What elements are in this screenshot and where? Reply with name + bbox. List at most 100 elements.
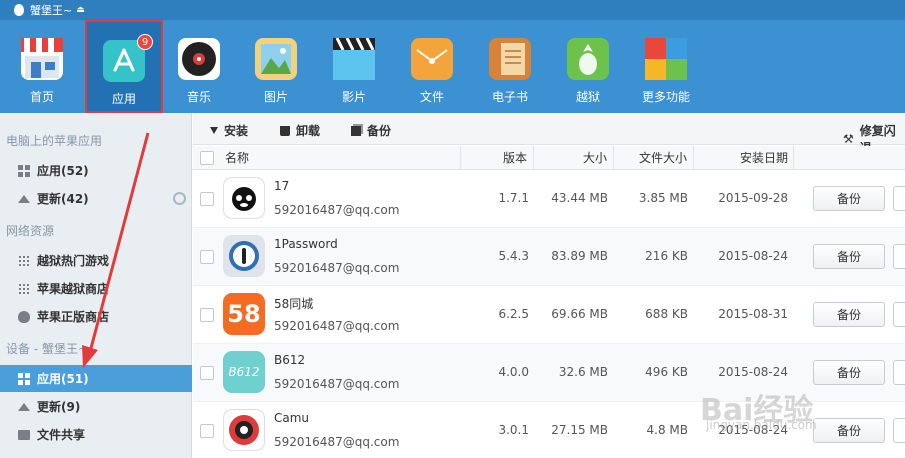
toolbar-files-label: 文件 xyxy=(419,90,444,104)
app-install-date: 2015-08-31 xyxy=(718,307,788,321)
music-disc-icon xyxy=(178,38,220,80)
pineapple-icon xyxy=(18,254,30,267)
app-size: 32.6 MB xyxy=(558,365,608,379)
app-file-size: 4.8 MB xyxy=(646,423,688,437)
toolbar-ebooks-label: 电子书 xyxy=(491,90,528,104)
apps-grid-icon xyxy=(18,372,30,385)
tools-icon: ⚒ xyxy=(843,132,854,146)
sidebar-item-file-share[interactable]: 文件共享 xyxy=(0,421,192,448)
refresh-icon[interactable] xyxy=(173,192,186,205)
backup-label: 备份 xyxy=(367,124,392,138)
app-update-badge: 9 xyxy=(137,34,153,50)
toolbar-pictures[interactable]: 图片 xyxy=(237,20,315,113)
uninstall-label: 卸载 xyxy=(296,124,321,138)
app-size: 69.66 MB xyxy=(551,307,608,321)
sidebar-section-network: 网络资源 xyxy=(6,224,55,238)
app-file-size: 3.85 MB xyxy=(638,191,688,205)
update-arrow-icon xyxy=(18,402,30,411)
toolbar-more-label: 更多功能 xyxy=(641,90,690,104)
clapperboard-icon xyxy=(333,38,375,80)
sidebar-item-label: 苹果越狱商店 xyxy=(37,282,110,296)
app-58-icon: 58 xyxy=(223,293,265,335)
uninstall-button[interactable]: 卸载 xyxy=(280,122,320,139)
toolbar-pictures-label: 图片 xyxy=(263,90,288,104)
pineapple-icon xyxy=(18,282,30,295)
row-checkbox[interactable] xyxy=(200,192,214,206)
row-checkbox[interactable] xyxy=(200,366,214,380)
app-name: 17 xyxy=(274,179,290,193)
header-install-date[interactable]: 安装日期 xyxy=(694,146,794,170)
envelope-icon xyxy=(411,38,453,80)
toolbar-files[interactable]: 文件 xyxy=(393,20,471,113)
row-backup-button[interactable]: 备份 xyxy=(813,418,885,443)
app-size: 83.89 MB xyxy=(551,249,608,263)
app-58-icon-text: 58 xyxy=(227,300,261,328)
app-account: 592016487@qq.com xyxy=(274,203,400,217)
sidebar-item-pc-updates[interactable]: 更新(42) xyxy=(0,185,192,212)
app-install-date: 2015-08-24 xyxy=(718,365,788,379)
header-version[interactable]: 版本 xyxy=(461,146,534,170)
row-backup-button[interactable]: 备份 xyxy=(813,186,885,211)
eject-icon[interactable]: ⏏ xyxy=(76,5,85,15)
table-row[interactable]: 17 592016487@qq.com 1.7.1 43.44 MB 3.85 … xyxy=(193,170,905,228)
header-size[interactable]: 大小 xyxy=(534,146,614,170)
toolbar-home[interactable]: 首页 xyxy=(3,20,81,113)
app-17-icon xyxy=(223,177,265,219)
app-account: 592016487@qq.com xyxy=(274,435,400,449)
row-checkbox[interactable] xyxy=(200,308,214,322)
app-account: 592016487@qq.com xyxy=(274,261,400,275)
sidebar-item-pc-apps[interactable]: 应用(52) xyxy=(0,157,192,184)
book-icon xyxy=(489,38,531,80)
apple-icon xyxy=(18,310,30,323)
app-file-size: 688 KB xyxy=(645,307,688,321)
action-bar: 安装 卸载 备份 ⚒ 修复闪退 xyxy=(193,113,905,155)
toolbar-apps-label: 应用 xyxy=(111,92,136,106)
app-version: 6.2.5 xyxy=(498,307,529,321)
toolbar-movies[interactable]: 影片 xyxy=(315,20,393,113)
sidebar-section-device: 设备 - 蟹堡王~ xyxy=(6,342,89,356)
backup-button[interactable]: 备份 xyxy=(351,122,391,139)
toolbar-music[interactable]: 音乐 xyxy=(160,20,238,113)
title-bar: 蟹堡王~ ⏏ xyxy=(0,0,905,20)
app-version: 3.0.1 xyxy=(498,423,529,437)
toolbar-more[interactable]: 更多功能 xyxy=(627,20,705,113)
row-more-button[interactable] xyxy=(893,186,905,211)
device-name[interactable]: 蟹堡王~ xyxy=(30,2,72,18)
install-button[interactable]: 安装 xyxy=(210,122,248,139)
backup-icon xyxy=(351,125,361,136)
row-more-button[interactable] xyxy=(893,302,905,327)
table-header: 名称 版本 大小 文件大小 安装日期 xyxy=(193,146,905,170)
row-more-button[interactable] xyxy=(893,360,905,385)
row-backup-button[interactable]: 备份 xyxy=(813,244,885,269)
header-name[interactable]: 名称 xyxy=(220,146,461,170)
table-row[interactable]: 1Password 592016487@qq.com 5.4.3 83.89 M… xyxy=(193,228,905,286)
toolbar-ebooks[interactable]: 电子书 xyxy=(471,20,549,113)
sidebar-item-device-apps[interactable]: 应用(51) xyxy=(0,365,192,392)
row-more-button[interactable] xyxy=(893,418,905,443)
row-checkbox[interactable] xyxy=(200,424,214,438)
row-backup-button[interactable]: 备份 xyxy=(813,360,885,385)
row-checkbox[interactable] xyxy=(200,250,214,264)
toolbar-apps[interactable]: 9 应用 xyxy=(85,20,163,113)
sidebar-item-jb-games[interactable]: 越狱热门游戏 xyxy=(0,247,192,274)
picture-icon xyxy=(255,38,297,80)
select-all-checkbox[interactable] xyxy=(200,151,214,165)
apple-icon xyxy=(14,4,24,16)
sidebar-item-label: 更新(9) xyxy=(37,400,81,414)
app-size: 43.44 MB xyxy=(551,191,608,205)
toolbar-movies-label: 影片 xyxy=(341,90,366,104)
app-name: B612 xyxy=(274,353,306,367)
row-more-button[interactable] xyxy=(893,244,905,269)
sidebar-item-jb-store[interactable]: 苹果越狱商店 xyxy=(0,275,192,302)
watermark-url: jingyan.baidu.com xyxy=(706,418,817,432)
table-row[interactable]: 58 58同城 592016487@qq.com 6.2.5 69.66 MB … xyxy=(193,286,905,344)
app-b612-icon: B612 xyxy=(223,351,265,393)
toolbar-music-label: 音乐 xyxy=(186,90,211,104)
sidebar-item-device-updates[interactable]: 更新(9) xyxy=(0,393,192,420)
app-name: 58同城 xyxy=(274,297,314,311)
row-backup-button[interactable]: 备份 xyxy=(813,302,885,327)
toolbar-jailbreak[interactable]: 越狱 xyxy=(549,20,627,113)
header-file-size[interactable]: 文件大小 xyxy=(614,146,694,170)
app-install-date: 2015-09-28 xyxy=(718,191,788,205)
sidebar-item-app-store[interactable]: 苹果正版商店 xyxy=(0,303,192,330)
